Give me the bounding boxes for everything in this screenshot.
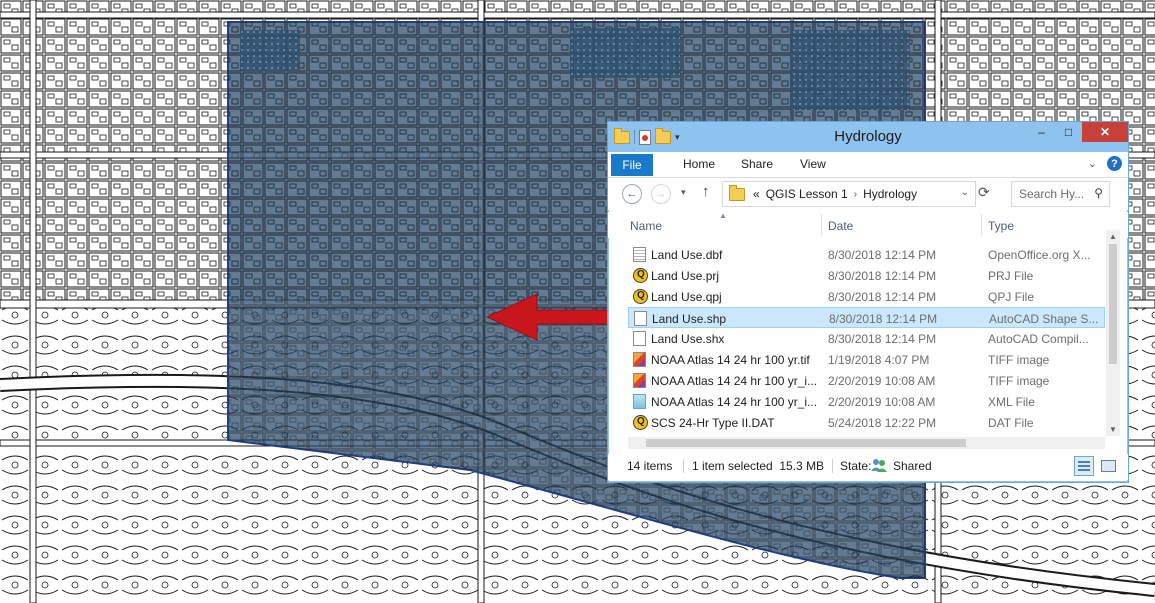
minimize-button[interactable]: – [1028,122,1055,142]
search-icon[interactable]: ⚲ [1094,186,1103,200]
address-field[interactable]: « QGIS Lesson 1 › Hydrology ⌄ [722,181,976,207]
column-divider[interactable] [821,214,822,236]
up-arrow-icon[interactable]: ↑ [702,183,710,200]
maximize-button[interactable]: □ [1055,122,1082,142]
scrollbar-thumb[interactable] [646,439,966,447]
address-toolbar: ← → ▾ ↑ « QGIS Lesson 1 › Hydrology ⌄ ⟳ … [608,178,1128,210]
recent-locations-chevron-icon[interactable]: ▾ [681,187,686,198]
list-item[interactable]: NOAA Atlas 14 24 hr 100 yr_i... 2/20/201… [628,370,1105,391]
tab-file[interactable]: File [611,154,653,176]
column-headers: ▲ Name Date Type [608,211,1128,238]
vertical-scrollbar[interactable]: ▲ ▼ [1106,230,1120,436]
file-date: 8/30/2018 12:14 PM [828,332,937,346]
scroll-up-icon[interactable]: ▲ [1109,232,1117,241]
qgis-file-icon [633,289,648,304]
shared-users-icon [871,459,887,472]
column-divider[interactable] [981,214,982,236]
list-item[interactable]: NOAA Atlas 14 24 hr 100 yr.tif 1/19/2018… [628,349,1105,370]
file-type: OpenOffice.org X... [988,248,1091,262]
qgis-file-icon [633,415,648,430]
expand-ribbon-chevron-icon[interactable]: ⌄ [1088,157,1097,170]
dbf-file-icon [633,247,646,262]
item-count: 14 items [627,459,673,473]
file-name: Land Use.prj [651,269,720,283]
file-date: 8/30/2018 12:14 PM [829,312,938,326]
refresh-icon[interactable]: ⟳ [978,184,990,201]
file-name: Land Use.dbf [651,248,723,262]
search-placeholder: Search Hy... [1019,187,1085,201]
forward-arrow-icon[interactable]: → [651,184,671,204]
details-view-icon[interactable] [1074,456,1094,476]
file-date: 8/30/2018 12:14 PM [828,290,937,304]
file-date: 2/20/2019 10:08 AM [828,374,936,388]
list-item[interactable]: Land Use.qpj 8/30/2018 12:14 PM QPJ File [628,286,1105,307]
file-name: Land Use.shx [651,332,725,346]
file-type: AutoCAD Compil... [988,332,1089,346]
tab-view[interactable]: View [800,157,826,171]
breadcrumb-separator-icon[interactable]: › [854,189,857,200]
status-divider [832,459,833,473]
file-date: 8/30/2018 12:14 PM [828,269,937,283]
list-item[interactable]: Land Use.dbf 8/30/2018 12:14 PM OpenOffi… [628,244,1105,265]
tiff-file-icon [633,373,646,388]
file-name: Land Use.shp [652,312,727,326]
folder-icon [729,184,745,201]
state-label: State: [840,459,872,473]
explorer-window[interactable]: ▾ Hydrology – □ ✕ File Home Share View ⌄… [607,121,1129,483]
xml-file-icon [633,394,646,409]
file-type: AutoCAD Shape S... [989,312,1099,326]
file-type: TIFF image [988,353,1050,367]
file-name: NOAA Atlas 14 24 hr 100 yr_i... [651,374,818,388]
help-icon[interactable]: ? [1107,156,1122,171]
list-item-selected[interactable]: Land Use.shp 8/30/2018 12:14 PM AutoCAD … [628,307,1105,328]
breadcrumb-overflow[interactable]: « [753,187,760,201]
list-item[interactable]: Land Use.shx 8/30/2018 12:14 PM AutoCAD … [628,328,1105,349]
status-bar: 14 items 1 item selected 15.3 MB State: … [608,454,1128,480]
file-date: 1/19/2018 4:07 PM [828,353,930,367]
file-name: NOAA Atlas 14 24 hr 100 yr_i... [651,395,818,409]
status-divider [683,459,684,473]
tab-share[interactable]: Share [741,157,773,171]
file-type: DAT File [988,416,1034,430]
qgis-file-icon [633,268,648,283]
file-type: QPJ File [988,290,1035,304]
scrollbar-thumb[interactable] [1109,244,1117,364]
blank-file-icon [633,331,646,346]
column-header-date[interactable]: Date [828,219,853,233]
horizontal-scrollbar[interactable] [628,437,1105,449]
file-name: SCS 24-Hr Type II.DAT [651,416,775,430]
title-bar[interactable]: ▾ Hydrology – □ ✕ [608,122,1128,152]
breadcrumb-item-hydrology[interactable]: Hydrology [863,187,917,201]
scroll-down-icon[interactable]: ▼ [1109,425,1117,434]
file-name: NOAA Atlas 14 24 hr 100 yr.tif [651,353,810,367]
breadcrumb-item-qgis-lesson-1[interactable]: QGIS Lesson 1 [766,187,848,201]
search-input[interactable]: Search Hy... ⚲ [1011,181,1110,207]
state-value: Shared [893,459,932,473]
tab-home[interactable]: Home [683,157,715,171]
file-date: 2/20/2019 10:08 AM [828,395,936,409]
tiff-file-icon [633,352,646,367]
file-date: 5/24/2018 12:22 PM [828,416,937,430]
file-type: TIFF image [988,374,1050,388]
list-item[interactable]: SCS 24-Hr Type II.DAT 5/24/2018 12:22 PM… [628,412,1105,433]
sort-ascending-icon: ▲ [719,211,727,220]
file-name: Land Use.qpj [651,290,722,304]
column-header-type[interactable]: Type [988,219,1014,233]
list-item[interactable]: Land Use.prj 8/30/2018 12:14 PM PRJ File [628,265,1105,286]
list-item[interactable]: NOAA Atlas 14 24 hr 100 yr_i... 2/20/201… [628,391,1105,412]
large-icons-view-icon[interactable] [1098,456,1118,476]
blank-file-icon [634,311,647,326]
selection-info: 1 item selected 15.3 MB [692,459,825,473]
file-date: 8/30/2018 12:14 PM [828,248,937,262]
file-type: PRJ File [988,269,1034,283]
column-header-name[interactable]: Name [630,219,662,233]
close-button[interactable]: ✕ [1082,122,1128,142]
ribbon-tabs: File Home Share View ⌄ ? [608,152,1128,178]
back-arrow-icon[interactable]: ← [622,184,642,204]
file-type: XML File [988,395,1035,409]
address-dropdown-chevron-icon[interactable]: ⌄ [961,187,969,198]
